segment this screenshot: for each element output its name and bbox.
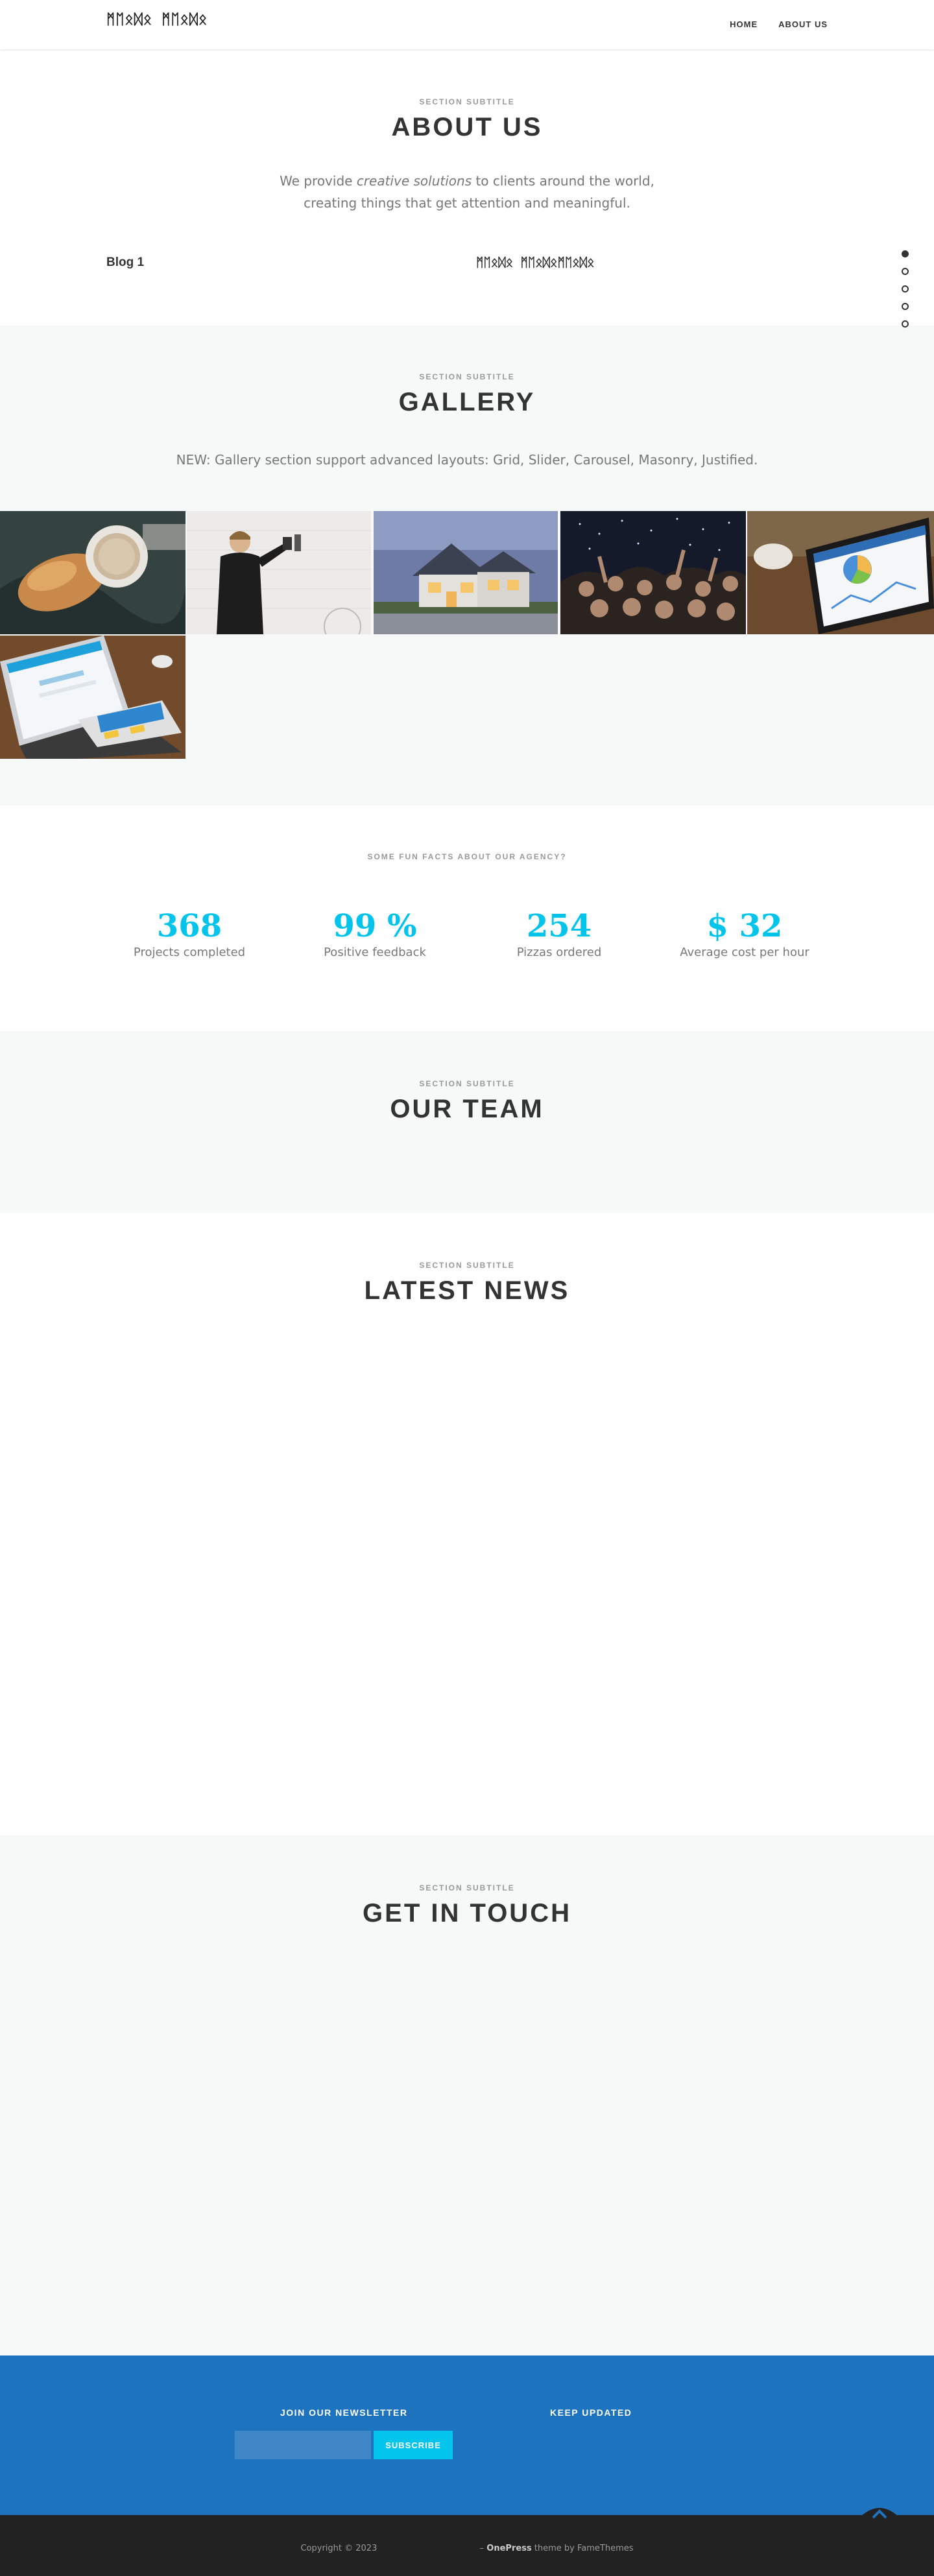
theme-credit: theme by FameThemes <box>531 2544 634 2553</box>
site-title[interactable]: ᛗᛖᛟᛞᛟ ᛗᛖᛟᛞᛟ <box>106 12 208 28</box>
desc-text: to clients around the world, <box>472 173 654 189</box>
copyright-text: Copyright © 2023 – OnePress theme by Fam… <box>0 2544 934 2553</box>
team-section: SECTION SUBTITLE OUR TEAM <box>0 1031 934 1213</box>
gallery-section: SECTION SUBTITLE GALLERY NEW: Gallery se… <box>0 326 934 805</box>
fact-number: 99 % <box>333 908 417 944</box>
site-header: ᛗᛖᛟᛞᛟ ᛗᛖᛟᛞᛟ HOME ABOUT US <box>0 0 934 49</box>
back-to-top-button[interactable] <box>854 2498 905 2524</box>
dot-nav-item[interactable] <box>902 285 909 292</box>
dot-nav-item[interactable] <box>902 303 909 310</box>
fact-number: 254 <box>526 908 592 944</box>
desc-text: creating things that get attention and m… <box>304 195 630 211</box>
section-dot-navigation <box>902 250 911 338</box>
nav-item-about-us[interactable]: ABOUT US <box>778 19 828 29</box>
fact-label: Positive feedback <box>324 946 426 959</box>
section-description: We provide creative solutions to clients… <box>0 170 934 214</box>
theme-sep: – <box>479 2544 487 2553</box>
section-subtitle: SECTION SUBTITLE <box>419 372 515 381</box>
fact-label: Pizzas ordered <box>516 946 602 959</box>
newsletter-email-input[interactable] <box>235 2431 371 2459</box>
section-subtitle: SECTION SUBTITLE <box>419 97 515 106</box>
footer-bottom: Copyright © 2023 – OnePress theme by Fam… <box>0 2515 934 2576</box>
section-title: GET IN TOUCH <box>363 1899 571 1927</box>
section-title: LATEST NEWS <box>364 1276 570 1305</box>
fact-item: 368 Projects completed <box>112 908 267 959</box>
nav-item-home[interactable]: HOME <box>730 19 758 29</box>
fact-number: $ 32 <box>706 908 783 944</box>
gallery-image-coffee[interactable] <box>0 511 186 634</box>
blog-link[interactable]: Blog 1 <box>106 256 144 270</box>
news-section: SECTION SUBTITLE LATEST NEWS <box>0 1213 934 1835</box>
dot-nav-item[interactable] <box>902 250 909 257</box>
copyright: Copyright © 2023 <box>300 2544 377 2553</box>
footer-connect: JOIN OUR NEWSLETTER SUBSCRIBE KEEP UPDAT… <box>0 2355 934 2515</box>
desc-emphasis: creative solutions <box>356 173 472 189</box>
gallery-image-house[interactable] <box>374 511 558 634</box>
dot-nav-item[interactable] <box>902 320 909 328</box>
section-subtitle: SECTION SUBTITLE <box>419 1261 515 1270</box>
keep-updated-title: KEEP UPDATED <box>550 2407 632 2418</box>
fact-label: Average cost per hour <box>680 946 809 959</box>
section-title: ABOUT US <box>391 113 543 141</box>
theme-link[interactable]: OnePress <box>486 2544 531 2553</box>
section-description: NEW: Gallery section support advanced la… <box>176 452 758 468</box>
newsletter-title: JOIN OUR NEWSLETTER <box>280 2407 408 2418</box>
gallery-image-laptop[interactable] <box>0 636 186 759</box>
section-title: OUR TEAM <box>390 1095 544 1123</box>
fact-item: 99 % Positive feedback <box>297 908 453 959</box>
fact-item: $ 32 Average cost per hour <box>667 908 822 959</box>
about-section: SECTION SUBTITLE ABOUT US We provide cre… <box>0 49 934 326</box>
fact-label: Projects completed <box>133 946 246 959</box>
fun-facts-section: SOME FUN FACTS ABOUT OUR AGENCY? 368 Pro… <box>0 805 934 1031</box>
desc-text: We provide <box>280 173 357 189</box>
gallery-image-tablet[interactable] <box>747 511 934 634</box>
fact-number: 368 <box>156 908 222 944</box>
fact-item: 254 Pizzas ordered <box>481 908 637 959</box>
blog-link-secondary[interactable]: ᛗᛖᛟᛞᛟ ᛗᛖᛟᛞᛟᛗᛖᛟᛞᛟ <box>476 256 594 270</box>
dot-nav-item[interactable] <box>902 268 909 275</box>
section-subtitle: SECTION SUBTITLE <box>419 1883 515 1892</box>
contact-section: SECTION SUBTITLE GET IN TOUCH <box>0 1835 934 2355</box>
main-nav: HOME ABOUT US <box>730 19 828 29</box>
section-subtitle: SECTION SUBTITLE <box>419 1079 515 1088</box>
subscribe-button[interactable]: SUBSCRIBE <box>374 2431 453 2459</box>
facts-heading: SOME FUN FACTS ABOUT OUR AGENCY? <box>367 852 567 861</box>
section-title: GALLERY <box>398 388 536 416</box>
gallery-image-concert[interactable] <box>560 511 746 634</box>
gallery-image-man-at-wall[interactable] <box>187 511 371 634</box>
